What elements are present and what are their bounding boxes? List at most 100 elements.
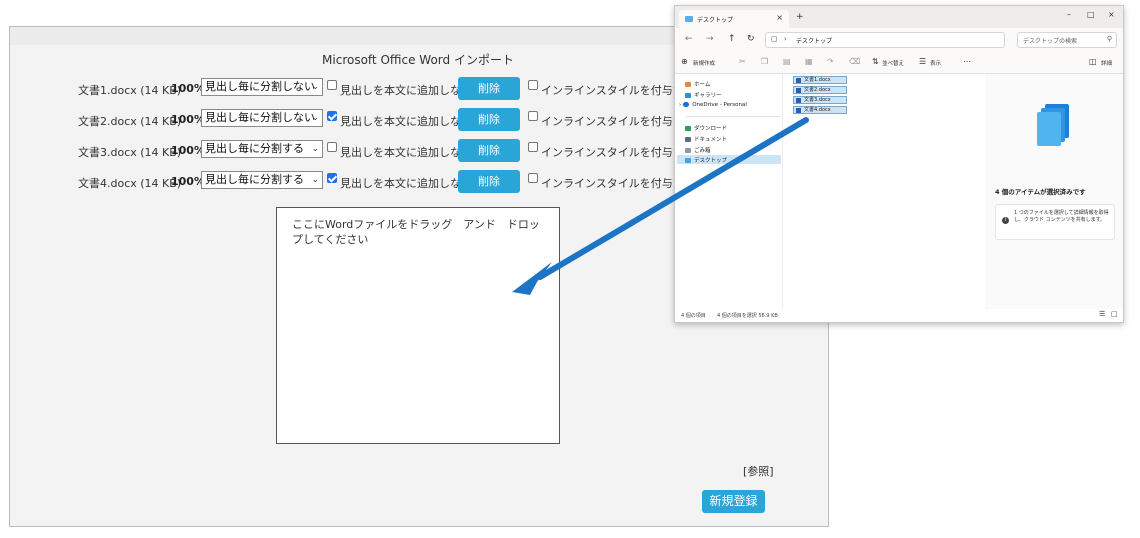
chevron-right-icon: › — [784, 35, 787, 43]
delete-icon[interactable]: ⌫ — [849, 57, 860, 66]
word-doc-icon — [796, 98, 801, 103]
file-name: 文書1.docx (14 KB) — [78, 84, 182, 97]
minimize-icon[interactable]: – — [1067, 10, 1071, 19]
split-heading-select[interactable]: 見出し毎に分割しない ⌄ — [201, 109, 323, 127]
home-icon — [685, 82, 691, 87]
inline-style-label: インラインスタイルを付与する — [541, 177, 695, 190]
upload-percent: 100% — [171, 113, 205, 126]
inline-style-checkbox[interactable] — [528, 80, 538, 90]
split-heading-select[interactable]: 見出し毎に分割する ⌄ — [201, 171, 323, 189]
cut-icon[interactable]: ✂ — [739, 57, 746, 66]
delete-button[interactable]: 削除 — [458, 170, 520, 193]
upload-percent: 100% — [171, 82, 205, 95]
view-button[interactable]: 表示 — [930, 59, 941, 67]
append-heading-checkbox[interactable] — [327, 111, 337, 121]
tile-view-icon[interactable]: □ — [1111, 310, 1118, 318]
word-doc-icon — [796, 88, 801, 93]
file-name: 文書4.docx (14 KB) — [78, 177, 182, 190]
nav-item-desktop[interactable]: デスクトップ — [685, 156, 727, 164]
append-heading-checkbox[interactable] — [327, 173, 337, 183]
explorer-tab-label: デスクトップ — [697, 17, 734, 24]
forward-icon[interactable]: → — [706, 34, 714, 44]
up-icon[interactable]: ↑ — [728, 34, 736, 44]
inline-style-checkbox[interactable] — [528, 173, 538, 183]
file-item[interactable]: 文書4.docx — [793, 106, 847, 114]
monitor-icon: ▢ — [771, 35, 778, 43]
copy-icon[interactable]: ❐ — [761, 57, 768, 66]
split-heading-value: 見出し毎に分割する — [205, 142, 304, 155]
address-path: デスクトップ — [796, 38, 833, 45]
explorer-toolbar: ⊕ 新規作成 ✂ ❐ ▤ ▦ ↷ ⌫ ⇅ 並べ替え ☰ 表示 ⋯ ◫ 詳細 — [675, 52, 1123, 74]
register-button[interactable]: 新規登録 — [702, 490, 765, 513]
file-name: 文書3.docx (14 KB) — [78, 146, 182, 159]
append-heading-checkbox[interactable] — [327, 142, 337, 152]
details-info-text: 1 つのファイルを選択して詳細情報を取得し、クラウド コンテンツを共有します。 — [1014, 210, 1109, 223]
details-pane-icon: ◫ — [1089, 57, 1097, 66]
browse-link[interactable]: [参照] — [743, 463, 774, 479]
inline-style-label: インラインスタイルを付与する — [541, 115, 695, 128]
new-tab-icon[interactable]: + — [796, 12, 804, 22]
search-input[interactable]: デスクトップの検索 ⚲ — [1017, 32, 1117, 48]
delete-button[interactable]: 削除 — [458, 77, 520, 100]
explorer-navigation-pane: ホーム ギャラリー › OneDrive - Personal ダウンロード ドキ… — [675, 74, 783, 314]
nav-item-trash[interactable]: ごみ箱 — [685, 146, 711, 154]
rename-icon[interactable]: ▦ — [805, 57, 813, 66]
refresh-icon[interactable]: ↻ — [747, 34, 755, 44]
nav-item-label: ギャラリー — [694, 93, 722, 99]
nav-item-label: ホーム — [694, 82, 711, 88]
inline-style-checkbox[interactable] — [528, 111, 538, 121]
share-icon[interactable]: ↷ — [827, 57, 834, 66]
delete-button[interactable]: 削除 — [458, 108, 520, 131]
list-view-icon[interactable]: ☰ — [1099, 310, 1105, 318]
file-item[interactable]: 文書1.docx — [793, 76, 847, 84]
plus-circle-icon: ⊕ — [681, 57, 688, 66]
back-icon[interactable]: ← — [685, 34, 693, 44]
chevron-down-icon: ⌄ — [311, 144, 319, 154]
chevron-down-icon: ⌄ — [311, 82, 319, 92]
delete-button[interactable]: 削除 — [458, 139, 520, 162]
explorer-tab[interactable]: デスクトップ × — [679, 10, 789, 28]
append-heading-label: 見出しを本文に追加しない — [340, 84, 472, 97]
drop-zone-text: ここにWordファイルをドラッグ アンド ドロップしてください — [292, 218, 540, 246]
close-icon[interactable]: × — [776, 13, 783, 22]
file-explorer-window: デスクトップ × + – □ × ← → ↑ ↻ ▢ › デスクトップ デスクト… — [674, 5, 1124, 323]
more-icon[interactable]: ⋯ — [963, 57, 971, 66]
append-heading-label: 見出しを本文に追加しない — [340, 146, 472, 159]
inline-style-checkbox[interactable] — [528, 142, 538, 152]
nav-item-home[interactable]: ホーム — [685, 80, 710, 88]
nav-item-label: ドキュメント — [694, 137, 728, 143]
details-button[interactable]: 詳細 — [1101, 59, 1112, 67]
inline-style-label: インラインスタイルを付与する — [541, 84, 695, 97]
document-icon — [685, 137, 691, 142]
word-doc-icon — [796, 108, 801, 113]
append-heading-label: 見出しを本文に追加しない — [340, 115, 472, 128]
explorer-address-bar: ← → ↑ ↻ ▢ › デスクトップ デスクトップの検索 ⚲ — [675, 28, 1123, 52]
split-heading-select[interactable]: 見出し毎に分割する ⌄ — [201, 140, 323, 158]
gallery-icon — [685, 93, 691, 98]
append-heading-checkbox[interactable] — [327, 80, 337, 90]
nav-item-downloads[interactable]: ダウンロード — [685, 124, 727, 132]
address-input[interactable]: ▢ › デスクトップ — [765, 32, 1005, 48]
word-doc-icon — [796, 78, 801, 83]
download-icon — [685, 126, 691, 131]
nav-item-label: デスクトップ — [694, 158, 728, 164]
nav-item-label: OneDrive - Personal — [692, 102, 747, 108]
split-heading-select[interactable]: 見出し毎に分割しない ⌄ — [201, 78, 323, 96]
nav-item-documents[interactable]: ドキュメント — [685, 135, 727, 143]
nav-item-onedrive[interactable]: › OneDrive - Personal — [679, 102, 747, 108]
nav-divider — [685, 116, 781, 117]
info-icon: i — [1002, 217, 1009, 224]
close-window-icon[interactable]: × — [1108, 10, 1115, 19]
drop-zone[interactable]: ここにWordファイルをドラッグ アンド ドロップしてください — [276, 207, 560, 444]
sort-icon: ⇅ — [872, 57, 879, 66]
desktop-icon — [685, 158, 691, 163]
chevron-down-icon: ⌄ — [311, 113, 319, 123]
maximize-icon[interactable]: □ — [1087, 10, 1095, 19]
file-item[interactable]: 文書2.docx — [793, 86, 847, 94]
file-name: 文書2.docx (14 KB) — [78, 115, 182, 128]
nav-item-gallery[interactable]: ギャラリー — [685, 91, 722, 99]
sort-button[interactable]: 並べ替え — [882, 59, 904, 67]
file-item[interactable]: 文書3.docx — [793, 96, 847, 104]
paste-icon[interactable]: ▤ — [783, 57, 791, 66]
new-button[interactable]: 新規作成 — [693, 59, 715, 67]
